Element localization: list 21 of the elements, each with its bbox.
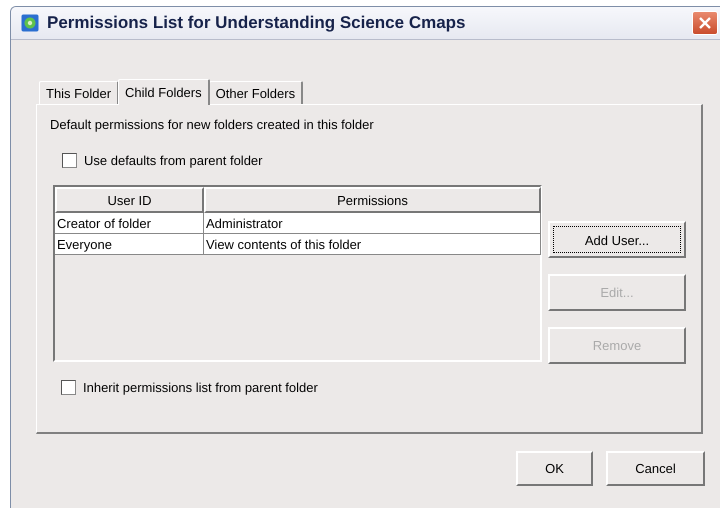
action-button[interactable]: Add User... <box>548 221 686 258</box>
description-text: Default permissions for new folders created in this folder <box>50 117 375 132</box>
close-button[interactable] <box>692 11 718 35</box>
table-cell: View contents of this folder <box>204 234 541 255</box>
tab[interactable]: This Folder <box>39 81 120 104</box>
table-cell: Administrator <box>204 213 541 234</box>
column-header[interactable]: Permissions <box>204 187 541 213</box>
column-header[interactable]: User ID <box>55 187 204 213</box>
window-title: Permissions List for Understanding Science Cmaps <box>47 13 467 33</box>
checkbox-label: Inherit permissions list from parent folder <box>83 380 318 395</box>
checkbox-label: Use defaults from parent folder <box>84 153 262 168</box>
table-cell: Everyone <box>55 234 204 255</box>
table-cell: Creator of folder <box>55 213 204 234</box>
app-icon <box>21 14 39 32</box>
close-icon <box>698 16 712 30</box>
dialog-button[interactable]: Cancel <box>606 451 705 486</box>
tab[interactable]: Other Folders <box>208 81 304 104</box>
dialog-button[interactable]: OK <box>516 451 593 486</box>
tab[interactable]: Child Folders <box>118 79 210 105</box>
checkbox[interactable] <box>61 380 76 395</box>
checkbox[interactable] <box>62 153 77 168</box>
